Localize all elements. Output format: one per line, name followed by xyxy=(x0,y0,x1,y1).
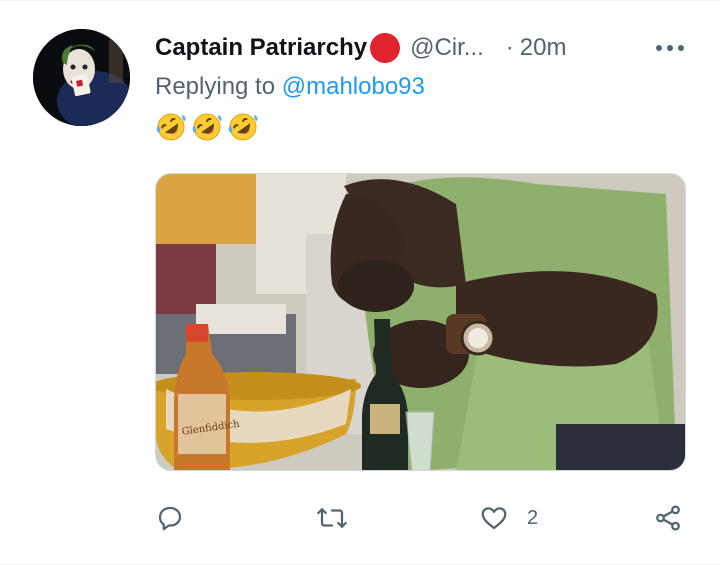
separator-dot: · xyxy=(505,34,514,61)
share-button[interactable] xyxy=(653,499,683,537)
like-count: 2 xyxy=(527,506,539,529)
rolling-on-floor-laughing-emoji xyxy=(156,113,186,141)
share-icon xyxy=(656,505,680,531)
more-dot xyxy=(656,45,662,51)
tweet-actions: 2 xyxy=(155,499,695,537)
rolling-on-floor-laughing-emoji xyxy=(192,113,222,141)
champagne-photo: Glenfiddich xyxy=(156,174,685,470)
retweet-icon xyxy=(317,508,347,528)
more-dot xyxy=(678,45,684,51)
tweet-header: Captain Patriarchy @Cir... · 20m xyxy=(155,31,700,65)
reply-button[interactable] xyxy=(155,499,185,537)
red-circle-badge-icon xyxy=(370,33,401,63)
tweet-card[interactable]: Captain Patriarchy @Cir... · 20m Replyin… xyxy=(0,0,720,565)
tweet-time[interactable]: 20m xyxy=(520,34,567,62)
avatar[interactable] xyxy=(33,29,130,126)
tweet-media-image[interactable]: Glenfiddich xyxy=(155,173,686,471)
like-button[interactable]: 2 xyxy=(479,499,538,537)
user-handle[interactable]: @Cir... xyxy=(410,34,484,62)
retweet-button[interactable] xyxy=(315,499,349,537)
replying-to: Replying to @mahlobo93 xyxy=(155,73,425,101)
more-options-icon[interactable] xyxy=(656,45,684,51)
replying-prefix: Replying to xyxy=(155,73,282,100)
display-name[interactable]: Captain Patriarchy xyxy=(155,34,367,62)
tweet-text xyxy=(155,111,259,143)
heart-icon xyxy=(481,507,507,530)
reply-icon xyxy=(158,506,182,531)
replying-mention-link[interactable]: @mahlobo93 xyxy=(282,73,425,100)
joker-avatar-image xyxy=(33,29,130,126)
rolling-on-floor-laughing-emoji xyxy=(228,113,258,141)
more-dot xyxy=(667,45,673,51)
